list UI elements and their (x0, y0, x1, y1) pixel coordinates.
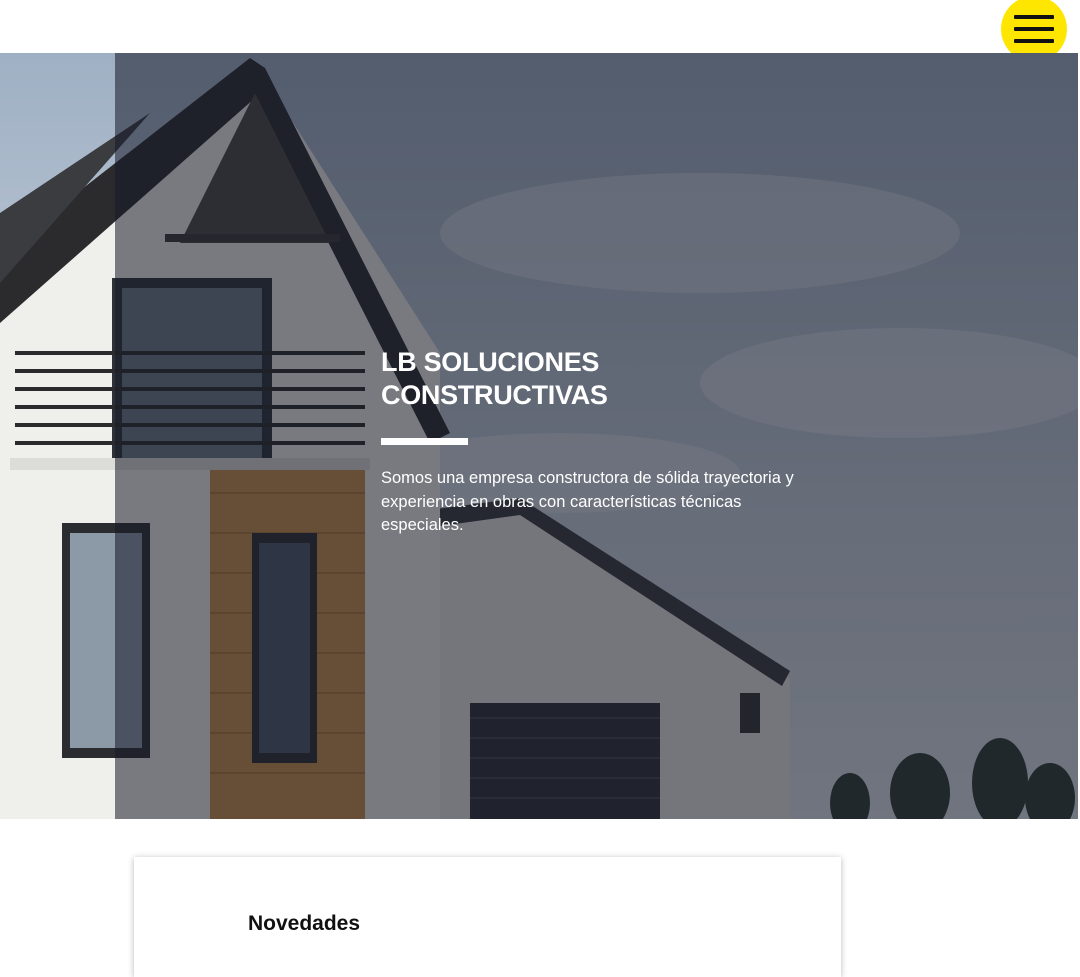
hamburger-menu-icon-bar (1014, 39, 1054, 43)
news-card: Novedades (134, 857, 841, 977)
news-section-title: Novedades (248, 912, 361, 935)
top-header (0, 0, 1080, 62)
hero-description: Somos una empresa constructora de sólida… (381, 469, 794, 534)
hero-title: LB SOLUCIONES CONSTRUCTIVAS (381, 346, 821, 412)
hero-title-line2: CONSTRUCTIVAS (381, 380, 608, 410)
hero-title-line1: LB SOLUCIONES (381, 347, 600, 377)
hamburger-menu-icon-bar (1014, 27, 1054, 31)
hamburger-menu-icon (1014, 15, 1054, 19)
hero-banner: LB SOLUCIONES CONSTRUCTIVAS Somos una em… (0, 53, 1078, 819)
hero-text-block: LB SOLUCIONES CONSTRUCTIVAS Somos una em… (381, 346, 821, 538)
hero-divider (381, 438, 468, 445)
